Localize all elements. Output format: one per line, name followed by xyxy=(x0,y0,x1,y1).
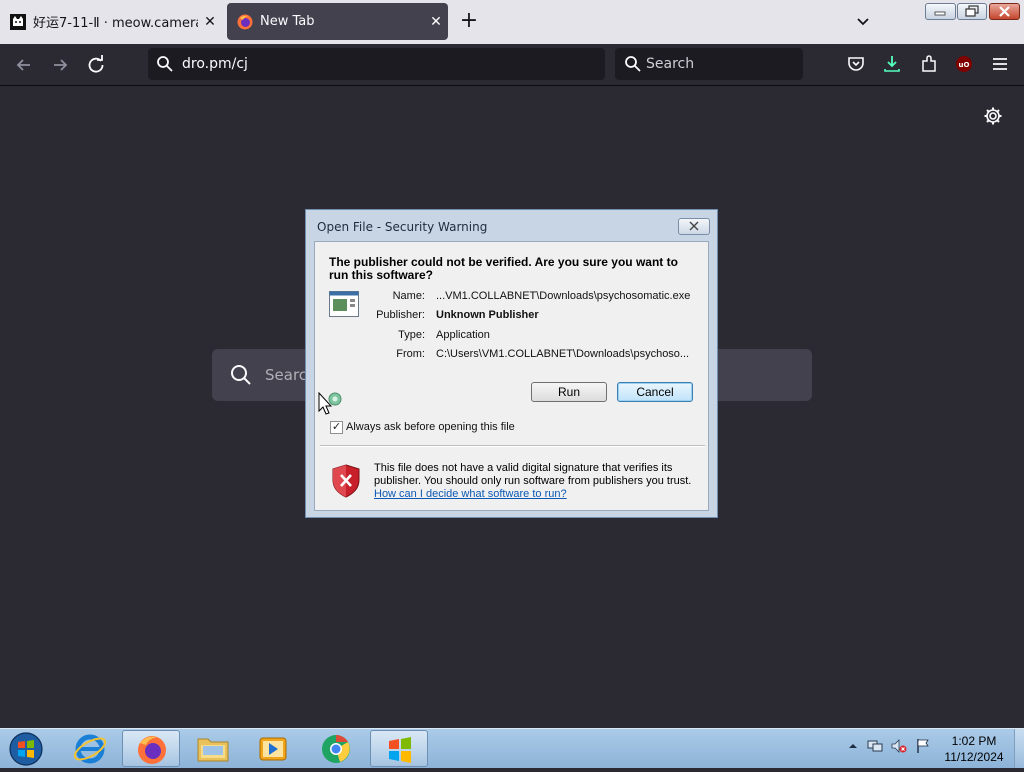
minimize-button[interactable] xyxy=(925,3,956,20)
taskbar: 1:02 PM 11/12/2024 xyxy=(0,728,1024,768)
dialog-close-button[interactable] xyxy=(678,218,710,235)
run-button[interactable]: Run xyxy=(531,382,607,402)
tab-new-tab[interactable]: New Tab ✕ xyxy=(227,3,448,40)
field-label: Publisher: xyxy=(376,309,425,321)
warning-message: This file does not have a valid digital … xyxy=(374,462,694,501)
tab-strip: 好运7-11-Ⅱ · meow.camera ✕ New Tab ✕ + xyxy=(0,0,1024,44)
svg-text:uO: uO xyxy=(959,61,970,69)
search-icon xyxy=(625,56,641,72)
field-name: Name: ...VM1.COLLABNET\Downloads\psychos… xyxy=(315,290,695,306)
firefox-icon xyxy=(138,736,166,764)
action-center-flag-icon[interactable] xyxy=(915,738,931,754)
new-tab-button[interactable]: + xyxy=(456,8,482,34)
taskbar-media-player[interactable] xyxy=(245,730,303,767)
firefox-icon xyxy=(237,14,253,29)
address-bar[interactable]: dro.pm/cj xyxy=(148,48,605,80)
search-icon xyxy=(157,56,173,72)
back-icon[interactable] xyxy=(11,52,37,78)
network-icon[interactable] xyxy=(867,738,883,754)
taskbar-firefox[interactable] xyxy=(122,730,180,767)
chevron-down-icon[interactable] xyxy=(850,10,876,34)
cancel-button[interactable]: Cancel xyxy=(617,382,693,402)
field-value: Application xyxy=(436,329,490,341)
system-clock[interactable]: 1:02 PM 11/12/2024 xyxy=(935,733,1013,765)
ublock-origin-icon[interactable]: uO xyxy=(954,54,974,74)
always-ask-label: Always ask before opening this file xyxy=(346,421,515,433)
chrome-icon xyxy=(322,735,350,763)
dialog-heading: The publisher could not be verified. Are… xyxy=(329,255,678,282)
dialog-title: Open File - Security Warning xyxy=(317,220,488,234)
field-value: C:\Users\VM1.COLLABNET\Downloads\psychos… xyxy=(436,348,690,360)
show-hidden-icons-icon[interactable] xyxy=(845,738,861,754)
field-label: Type: xyxy=(398,329,425,341)
downloads-icon[interactable] xyxy=(882,54,902,74)
start-button[interactable] xyxy=(6,731,46,767)
field-label: From: xyxy=(396,348,425,360)
search-placeholder: Search xyxy=(646,56,695,72)
search-bar[interactable]: Search xyxy=(615,48,803,80)
file-explorer-icon xyxy=(197,738,229,762)
taskbar-chrome[interactable] xyxy=(307,730,365,767)
tab-label: 好运7-11-Ⅱ · meow.camera xyxy=(33,16,198,31)
show-desktop-button[interactable] xyxy=(1014,729,1024,768)
settings-gear-icon[interactable] xyxy=(983,106,1003,126)
cat-favicon-icon xyxy=(10,13,26,30)
field-value: ...VM1.COLLABNET\Downloads\psychosomatic… xyxy=(436,290,691,302)
warning-text: This file does not have a valid digital … xyxy=(374,462,692,487)
windows-icon xyxy=(389,737,411,763)
field-type: Type: Application xyxy=(315,329,695,345)
mouse-busy-cursor-icon xyxy=(318,392,342,415)
volume-muted-icon[interactable] xyxy=(891,738,907,754)
dialog-body: The publisher could not be verified. Are… xyxy=(314,241,709,511)
always-ask-checkbox[interactable]: ✓ xyxy=(330,421,343,434)
field-publisher: Publisher: Unknown Publisher xyxy=(315,309,695,325)
tab-meow-camera[interactable]: 好运7-11-Ⅱ · meow.camera ✕ xyxy=(0,3,222,40)
dialog-separator xyxy=(320,445,705,447)
menu-icon[interactable] xyxy=(990,54,1010,74)
restore-button[interactable] xyxy=(957,3,987,20)
tab-label: New Tab xyxy=(260,14,315,29)
clock-time: 1:02 PM xyxy=(951,734,997,748)
security-shield-icon xyxy=(332,464,360,498)
field-from: From: C:\Users\VM1.COLLABNET\Downloads\p… xyxy=(315,348,695,364)
close-window-button[interactable] xyxy=(989,3,1020,20)
extensions-icon[interactable] xyxy=(919,54,939,74)
taskbar-file-explorer[interactable] xyxy=(184,730,242,767)
help-link[interactable]: How can I decide what software to run? xyxy=(374,488,567,500)
close-tab-icon[interactable]: ✕ xyxy=(424,14,448,30)
close-tab-icon[interactable]: ✕ xyxy=(198,14,222,30)
internet-explorer-icon xyxy=(73,734,107,764)
forward-icon[interactable] xyxy=(47,52,73,78)
reload-icon[interactable] xyxy=(83,52,109,78)
pocket-icon[interactable] xyxy=(846,54,866,74)
taskbar-internet-explorer[interactable] xyxy=(61,730,119,767)
field-value: Unknown Publisher xyxy=(436,309,539,321)
media-player-icon xyxy=(259,737,287,761)
taskbar-windows-explorer[interactable] xyxy=(370,730,428,767)
search-icon xyxy=(231,365,251,385)
security-warning-dialog: Open File - Security Warning The publish… xyxy=(305,209,718,518)
field-label: Name: xyxy=(392,290,425,302)
clock-date: 11/12/2024 xyxy=(944,750,1004,764)
url-text: dro.pm/cj xyxy=(182,56,248,72)
